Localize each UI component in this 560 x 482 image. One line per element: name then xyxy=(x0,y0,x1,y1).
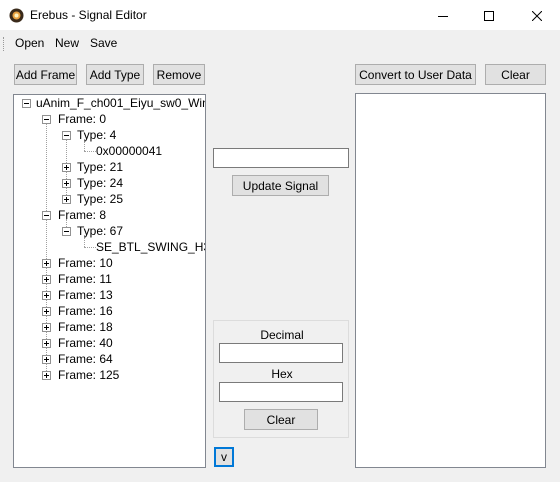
collapse-icon[interactable] xyxy=(42,211,51,220)
add-frame-button[interactable]: Add Frame xyxy=(14,64,77,85)
tree-node-frame[interactable]: Frame: 0 xyxy=(58,111,106,127)
tree-node-frame[interactable]: Frame: 13 xyxy=(58,287,113,303)
tree-node-frame[interactable]: Frame: 64 xyxy=(58,351,113,367)
clear-converter-button[interactable]: Clear xyxy=(244,409,318,430)
expand-icon[interactable] xyxy=(42,323,51,332)
convert-to-user-data-button[interactable]: Convert to User Data xyxy=(355,64,476,85)
minimize-icon xyxy=(438,15,448,17)
expand-icon[interactable] xyxy=(42,259,51,268)
expand-icon[interactable] xyxy=(42,275,51,284)
expand-icon[interactable] xyxy=(42,355,51,364)
menu-open[interactable]: Open xyxy=(15,36,44,50)
tree-node-frame[interactable]: Frame: 125 xyxy=(58,367,119,383)
expand-icon[interactable] xyxy=(42,291,51,300)
tree-node-frame[interactable]: Frame: 40 xyxy=(58,335,113,351)
title-bar: Erebus - Signal Editor xyxy=(0,0,560,31)
tree-line xyxy=(46,123,47,375)
menu-new[interactable]: New xyxy=(55,36,79,50)
maximize-icon xyxy=(484,10,494,21)
tree-node-value[interactable]: SE_BTL_SWING_H3 xyxy=(96,239,205,255)
hex-label: Hex xyxy=(271,367,293,381)
tree-node-type[interactable]: Type: 21 xyxy=(77,159,123,175)
menu-bar: Open New Save xyxy=(0,31,560,55)
expand-icon[interactable] xyxy=(62,179,71,188)
tree-node-type[interactable]: Type: 67 xyxy=(77,223,123,239)
menu-save[interactable]: Save xyxy=(90,36,117,50)
signal-tree[interactable]: uAnim_F_ch001_Eiyu_sw0_Win Frame: 0 Type… xyxy=(13,94,206,468)
app-icon xyxy=(9,8,24,23)
hex-input[interactable] xyxy=(219,382,343,402)
tree-node-frame[interactable]: Frame: 10 xyxy=(58,255,113,271)
clear-output-button[interactable]: Clear xyxy=(485,64,546,85)
tree-node-root[interactable]: uAnim_F_ch001_Eiyu_sw0_Win xyxy=(36,95,205,111)
signal-value-input[interactable] xyxy=(213,148,349,168)
maximize-button[interactable] xyxy=(466,0,512,31)
collapse-icon[interactable] xyxy=(62,131,71,140)
user-data-output[interactable] xyxy=(355,93,546,468)
tree-node-frame[interactable]: Frame: 11 xyxy=(58,271,112,287)
update-signal-button[interactable]: Update Signal xyxy=(232,175,329,196)
tree-node-type[interactable]: Type: 24 xyxy=(77,175,123,191)
collapse-icon[interactable] xyxy=(22,99,31,108)
remove-button[interactable]: Remove xyxy=(153,64,205,85)
collapse-icon[interactable] xyxy=(42,115,51,124)
tree-node-frame[interactable]: Frame: 8 xyxy=(58,207,106,223)
tree-node-type[interactable]: Type: 4 xyxy=(77,127,116,143)
expand-icon[interactable] xyxy=(62,195,71,204)
close-button[interactable] xyxy=(514,0,560,31)
tree-line xyxy=(84,247,96,248)
tree-line xyxy=(84,151,96,152)
expand-icon[interactable] xyxy=(42,307,51,316)
tree-node-frame[interactable]: Frame: 16 xyxy=(58,303,113,319)
expand-icon[interactable] xyxy=(42,339,51,348)
window-title: Erebus - Signal Editor xyxy=(30,8,147,22)
minimize-button[interactable] xyxy=(420,0,466,31)
toggle-button[interactable]: v xyxy=(214,447,234,467)
decimal-label: Decimal xyxy=(260,328,304,342)
decimal-input[interactable] xyxy=(219,343,343,363)
tree-node-value[interactable]: 0x00000041 xyxy=(96,143,162,159)
menu-grip xyxy=(3,37,5,51)
converter-panel: Decimal Hex Clear xyxy=(213,320,349,438)
expand-icon[interactable] xyxy=(42,371,51,380)
close-icon xyxy=(532,10,542,21)
tree-node-type[interactable]: Type: 25 xyxy=(77,191,123,207)
expand-icon[interactable] xyxy=(62,163,71,172)
tree-node-frame[interactable]: Frame: 18 xyxy=(58,319,113,335)
collapse-icon[interactable] xyxy=(62,227,71,236)
add-type-button[interactable]: Add Type xyxy=(86,64,144,85)
